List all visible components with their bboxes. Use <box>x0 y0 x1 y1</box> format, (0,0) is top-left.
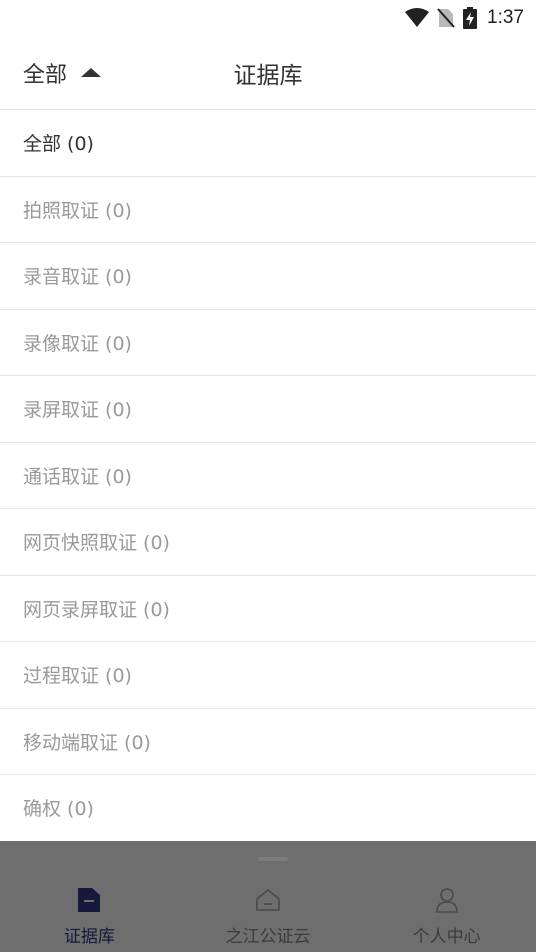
tab-notary-cloud[interactable]: 之江公证云 <box>179 870 358 952</box>
tab-label: 之江公证云 <box>225 927 311 947</box>
folder-icon <box>75 886 103 914</box>
status-bar: 1:37 <box>0 0 536 36</box>
filter-option-mobile[interactable]: 移动端取证 (0) <box>0 708 536 775</box>
tab-evidence[interactable]: 证据库 <box>0 870 179 952</box>
no-sim-icon <box>437 8 455 28</box>
filter-option-web-record[interactable]: 网页录屏取证 (0) <box>0 575 536 642</box>
filter-dropdown-list: 全部 (0) 拍照取证 (0) 录音取证 (0) 录像取证 (0) 录屏取证 (… <box>0 110 536 842</box>
status-time: 1:37 <box>487 7 524 28</box>
wifi-icon <box>405 8 430 28</box>
caret-up-icon <box>81 67 102 77</box>
filter-option-all[interactable]: 全部 (0) <box>0 110 536 177</box>
filter-dropdown-toggle[interactable]: 全部 <box>23 36 102 110</box>
tab-profile[interactable]: 个人中心 <box>357 870 536 952</box>
filter-option-screen-record[interactable]: 录屏取证 (0) <box>0 376 536 443</box>
bottom-tab-bar: 证据库 之江公证云 个人中心 <box>0 870 536 952</box>
header-bar: 全部 证据库 <box>0 36 536 110</box>
filter-option-video[interactable]: 录像取证 (0) <box>0 309 536 376</box>
filter-option-photo[interactable]: 拍照取证 (0) <box>0 176 536 243</box>
home-icon <box>254 886 282 914</box>
app-screen: 1:37 全部 证据库 全部 (0) 拍照取证 (0) 录音取证 (0) 录像取… <box>0 0 536 952</box>
tab-label: 证据库 <box>63 927 115 947</box>
battery-charging-icon <box>463 7 478 29</box>
tab-label: 个人中心 <box>412 927 481 947</box>
filter-option-process[interactable]: 过程取证 (0) <box>0 642 536 709</box>
filter-option-web-snapshot[interactable]: 网页快照取证 (0) <box>0 509 536 576</box>
filter-option-audio[interactable]: 录音取证 (0) <box>0 243 536 310</box>
filter-label: 全部 <box>23 63 68 88</box>
person-icon <box>433 886 461 914</box>
filter-option-rights[interactable]: 确权 (0) <box>0 775 536 842</box>
filter-option-call[interactable]: 通话取证 (0) <box>0 442 536 509</box>
overlay-handle <box>258 857 288 861</box>
